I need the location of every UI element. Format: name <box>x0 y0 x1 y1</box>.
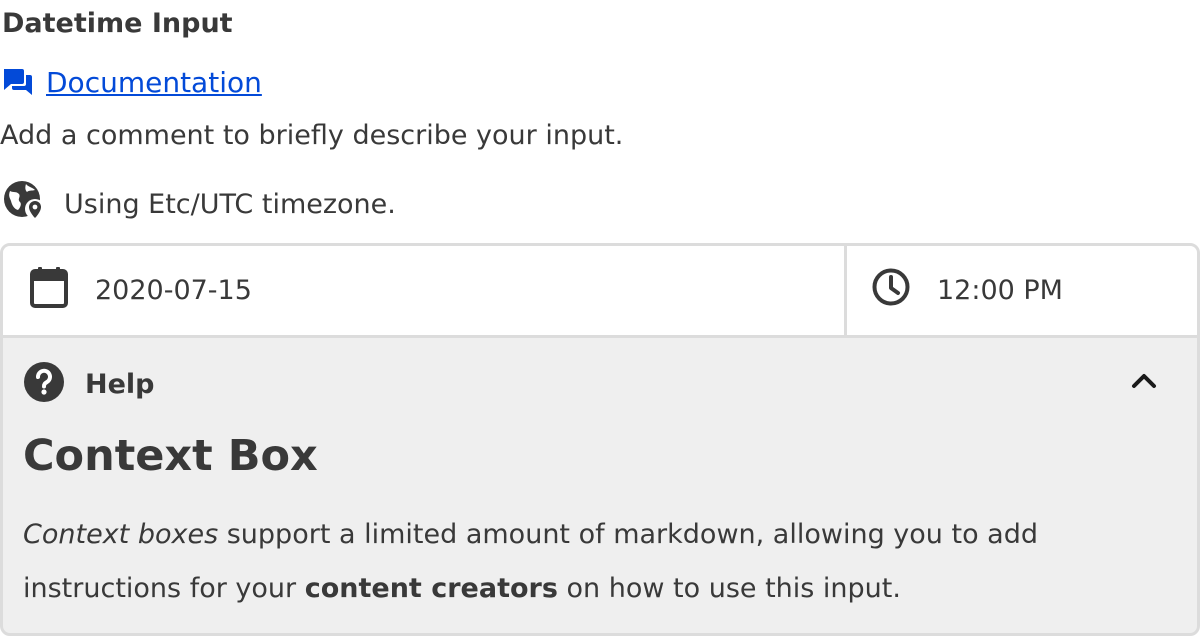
question-circle-icon <box>23 361 65 407</box>
context-box-body: Context boxes support a limited amount o… <box>23 508 1163 616</box>
context-box-title: Context Box <box>23 431 318 481</box>
date-value: 2020-07-15 <box>95 275 252 306</box>
time-value: 12:00 PM <box>937 275 1063 306</box>
field-label: Datetime Input <box>2 8 233 39</box>
clock-icon <box>871 267 911 314</box>
field-comment: Add a comment to briefly describe your i… <box>0 120 624 151</box>
date-input[interactable]: 2020-07-15 <box>3 246 847 335</box>
documentation-link-label: Documentation <box>46 65 262 99</box>
context-body-bold: content creators <box>304 573 558 604</box>
context-body-text-2: on how to use this input. <box>557 573 901 604</box>
chat-bubbles-icon <box>2 67 34 97</box>
inputs-row: 2020-07-15 12:00 PM <box>3 246 1197 338</box>
datetime-input-field: Datetime Input Documentation Add a comme… <box>0 0 1200 636</box>
context-body-italic: Context boxes <box>23 519 219 550</box>
time-input[interactable]: 12:00 PM <box>847 246 1197 335</box>
help-title: Help <box>85 368 155 400</box>
datetime-input-container: 2020-07-15 12:00 PM Help Context Box Con… <box>0 243 1200 636</box>
timezone-note-text: Using Etc/UTC timezone. <box>64 188 396 220</box>
timezone-note: Using Etc/UTC timezone. <box>2 180 396 226</box>
globe-pin-icon <box>2 179 46 230</box>
help-toggle[interactable]: Help <box>23 360 1177 408</box>
chevron-up-icon[interactable] <box>1131 372 1157 394</box>
documentation-link[interactable]: Documentation <box>2 62 262 102</box>
calendar-icon <box>29 266 69 315</box>
